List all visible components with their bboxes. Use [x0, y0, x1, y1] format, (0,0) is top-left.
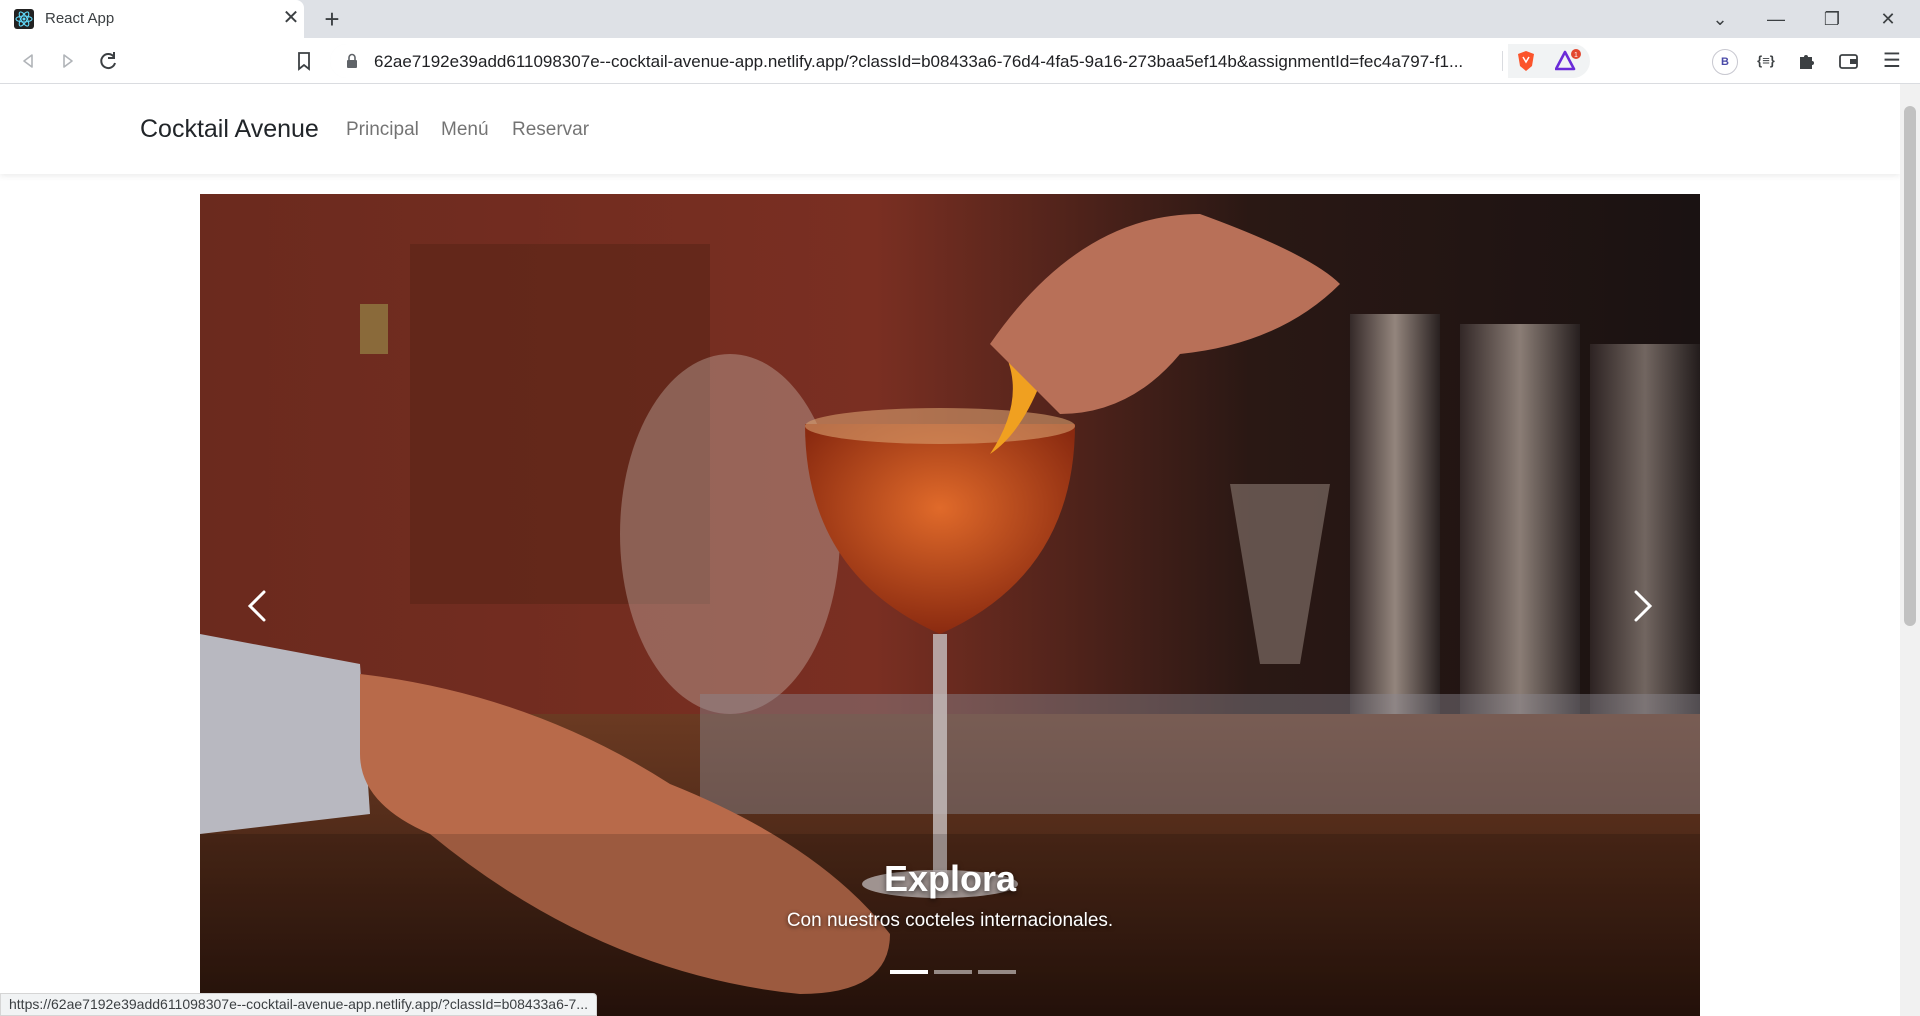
- reload-icon[interactable]: [94, 47, 122, 75]
- url-text[interactable]: 62ae7192e39add611098307e--cocktail-avenu…: [374, 52, 1494, 72]
- rewards-badge: 1: [1574, 52, 1578, 59]
- carousel-next-icon[interactable]: [1612, 576, 1672, 636]
- browser-toolbar: 62ae7192e39add611098307e--cocktail-avenu…: [0, 38, 1920, 84]
- hero-carousel: Explora Con nuestros cocteles internacio…: [200, 194, 1700, 1016]
- carousel-indicators: [890, 970, 1016, 976]
- browser-tab[interactable]: React App ✕: [0, 0, 304, 38]
- site-navbar: Cocktail Avenue Principal Menú Reservar: [0, 84, 1900, 174]
- tab-search-chevron-icon[interactable]: ⌄: [1700, 5, 1740, 33]
- status-bar-url: https://62ae7192e39add611098307e--cockta…: [0, 993, 597, 1016]
- carousel-prev-icon[interactable]: [228, 576, 288, 636]
- carousel-caption-title: Explora: [883, 858, 1017, 899]
- react-icon: [14, 9, 34, 29]
- omnibox-divider: [1502, 51, 1503, 71]
- brave-shield-icon[interactable]: [1514, 49, 1538, 73]
- extensions-puzzle-icon[interactable]: [1792, 47, 1820, 75]
- page-scrollbar[interactable]: [1900, 84, 1920, 1016]
- close-window-icon[interactable]: ✕: [1868, 5, 1908, 33]
- back-icon[interactable]: [14, 47, 42, 75]
- nav-link-principal[interactable]: Principal: [346, 119, 419, 141]
- nav-link-menu[interactable]: Menú: [441, 119, 489, 141]
- carousel-indicator-2[interactable]: [934, 970, 972, 974]
- tab-title: React App: [45, 10, 115, 27]
- wallet-connect-icon[interactable]: {≡}: [1752, 47, 1780, 75]
- tab-strip: React App ✕ + ⌄ — ❐ ✕: [0, 0, 1920, 38]
- restore-icon[interactable]: ❐: [1812, 5, 1852, 33]
- navbar-brand[interactable]: Cocktail Avenue: [140, 115, 319, 144]
- url-field[interactable]: 62ae7192e39add611098307e--cocktail-avenu…: [330, 44, 1508, 78]
- new-tab-button[interactable]: +: [318, 6, 346, 32]
- carousel-indicator-3[interactable]: [978, 970, 1016, 974]
- menu-icon[interactable]: ☰: [1878, 47, 1906, 75]
- carousel-indicator-1[interactable]: [890, 970, 928, 974]
- bookmark-icon[interactable]: [290, 47, 318, 75]
- address-bar[interactable]: 62ae7192e39add611098307e--cocktail-avenu…: [330, 44, 1590, 78]
- page-viewport: Cocktail Avenue Principal Menú Reservar: [0, 84, 1900, 1016]
- brave-rewards-icon[interactable]: 1: [1555, 49, 1583, 73]
- minimize-icon[interactable]: —: [1756, 5, 1796, 33]
- scrollbar-thumb[interactable]: [1904, 106, 1916, 626]
- profile-avatar[interactable]: B: [1712, 49, 1738, 75]
- carousel-caption-text: Con nuestros cocteles internacionales.: [786, 910, 1114, 931]
- close-tab-icon[interactable]: ✕: [280, 7, 302, 29]
- lock-icon[interactable]: [346, 53, 358, 69]
- wallet-icon[interactable]: [1834, 47, 1862, 75]
- forward-icon[interactable]: [54, 47, 82, 75]
- nav-link-reservar[interactable]: Reservar: [512, 119, 589, 141]
